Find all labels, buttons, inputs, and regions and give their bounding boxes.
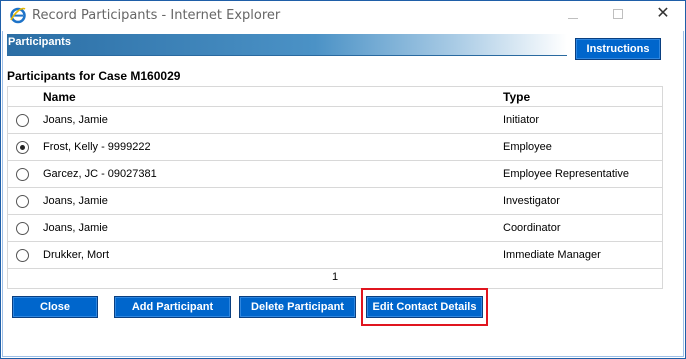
participants-band-label: Participants	[8, 36, 71, 48]
add-participant-button[interactable]: Add Participant	[114, 296, 231, 318]
participant-type: Initiator	[503, 114, 540, 126]
maximize-icon[interactable]	[608, 5, 628, 23]
table-row[interactable]: Garcez, JC - 09027381 Employee Represent…	[8, 161, 662, 188]
row-select-radio[interactable]	[16, 168, 29, 181]
row-select-radio[interactable]	[16, 141, 29, 154]
table-row[interactable]: Joans, Jamie Investigator	[8, 188, 662, 215]
participant-type: Investigator	[503, 195, 560, 207]
column-header-name: Name	[43, 90, 76, 104]
close-icon[interactable]: ✕	[653, 5, 673, 23]
page-title: Participants for Case M160029	[7, 69, 181, 83]
edit-contact-details-button[interactable]: Edit Contact Details	[366, 296, 483, 318]
participant-name: Frost, Kelly - 9999222	[43, 141, 151, 153]
participant-type: Employee	[503, 141, 552, 153]
table-row[interactable]: Frost, Kelly - 9999222 Employee	[8, 134, 662, 161]
participant-type: Employee Representative	[503, 168, 629, 180]
dialog-window: Record Participants - Internet Explorer …	[0, 0, 686, 359]
table-row[interactable]: Joans, Jamie Initiator	[8, 107, 662, 134]
participants-header-band: Participants	[7, 34, 567, 56]
row-select-radio[interactable]	[16, 195, 29, 208]
page-number-link[interactable]: 1	[8, 271, 662, 283]
title-bar[interactable]: Record Participants - Internet Explorer …	[1, 1, 685, 31]
row-select-radio[interactable]	[16, 222, 29, 235]
delete-participant-button[interactable]: Delete Participant	[239, 296, 356, 318]
row-select-radio[interactable]	[16, 114, 29, 127]
participants-table: Name Type Joans, Jamie Initiator Frost, …	[7, 86, 663, 289]
participant-name: Joans, Jamie	[43, 222, 108, 234]
row-select-radio[interactable]	[16, 249, 29, 262]
column-header-type: Type	[503, 90, 531, 104]
instructions-button[interactable]: Instructions	[575, 38, 661, 60]
window-title: Record Participants - Internet Explorer	[32, 8, 281, 23]
participant-name: Joans, Jamie	[43, 114, 108, 126]
participant-name: Joans, Jamie	[43, 195, 108, 207]
table-header: Name Type	[8, 87, 662, 107]
participant-name: Garcez, JC - 09027381	[43, 168, 157, 180]
table-row[interactable]: Drukker, Mort Immediate Manager	[8, 242, 662, 269]
minimize-icon[interactable]	[563, 5, 583, 23]
internet-explorer-icon	[10, 7, 26, 24]
participant-name: Drukker, Mort	[43, 249, 110, 261]
close-button[interactable]: Close	[12, 296, 98, 318]
participant-type: Coordinator	[503, 222, 561, 234]
table-row[interactable]: Joans, Jamie Coordinator	[8, 215, 662, 242]
participant-type: Immediate Manager	[503, 249, 601, 261]
